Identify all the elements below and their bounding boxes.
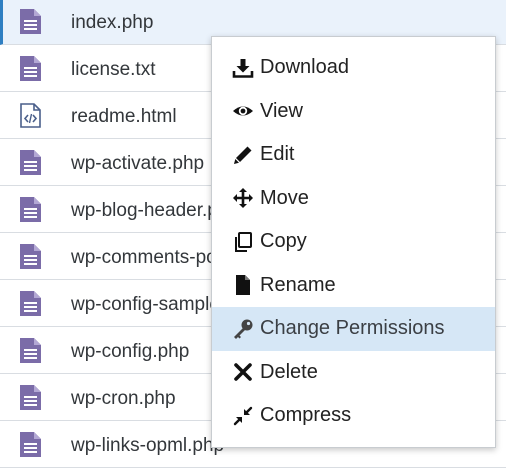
move-arrows-icon (233, 188, 253, 209)
x-icon (234, 363, 252, 382)
file-name: index.php (71, 12, 154, 33)
document-icon (20, 197, 41, 222)
menu-item-label: Compress (260, 404, 352, 427)
menu-item-change-permissions[interactable]: Change Permissions (212, 307, 495, 351)
file-name: wp-config.php (71, 341, 190, 362)
file-icon (236, 275, 250, 296)
key-icon (234, 319, 253, 339)
menu-item-download[interactable]: Download (212, 46, 495, 90)
menu-item-rename[interactable]: Rename (212, 264, 495, 308)
document-icon (20, 244, 41, 269)
menu-item-delete[interactable]: Delete (212, 351, 495, 395)
menu-item-label: Download (260, 56, 349, 79)
context-menu: Download View Edit Move Copy Rename Chan… (211, 36, 496, 448)
document-icon (20, 150, 41, 175)
menu-item-label: Rename (260, 273, 336, 296)
eye-icon (233, 106, 253, 116)
document-icon (20, 338, 41, 363)
file-name: wp-links-opml.php (71, 435, 225, 456)
document-icon (20, 432, 41, 457)
pencil-icon (234, 146, 252, 164)
menu-item-move[interactable]: Move (212, 177, 495, 221)
file-name: readme.html (71, 106, 177, 127)
document-icon (20, 9, 41, 34)
menu-item-view[interactable]: View (212, 90, 495, 134)
file-name: license.txt (71, 59, 156, 80)
menu-item-label: Edit (260, 143, 295, 166)
menu-item-label: Delete (260, 360, 318, 383)
compress-icon (233, 406, 253, 425)
document-icon (20, 56, 41, 81)
menu-item-compress[interactable]: Compress (212, 394, 495, 438)
menu-item-label: Copy (260, 230, 307, 253)
download-icon (232, 58, 254, 78)
file-name: wp-activate.php (71, 153, 205, 174)
menu-item-edit[interactable]: Edit (212, 133, 495, 177)
menu-item-label: Move (260, 186, 309, 209)
document-icon (20, 291, 41, 316)
html-file-icon (20, 103, 41, 128)
file-name: wp-cron.php (71, 388, 176, 409)
menu-item-copy[interactable]: Copy (212, 220, 495, 264)
document-icon (20, 385, 41, 410)
menu-item-label: Change Permissions (260, 317, 445, 340)
copy-icon (235, 231, 252, 252)
menu-item-label: View (260, 99, 303, 122)
